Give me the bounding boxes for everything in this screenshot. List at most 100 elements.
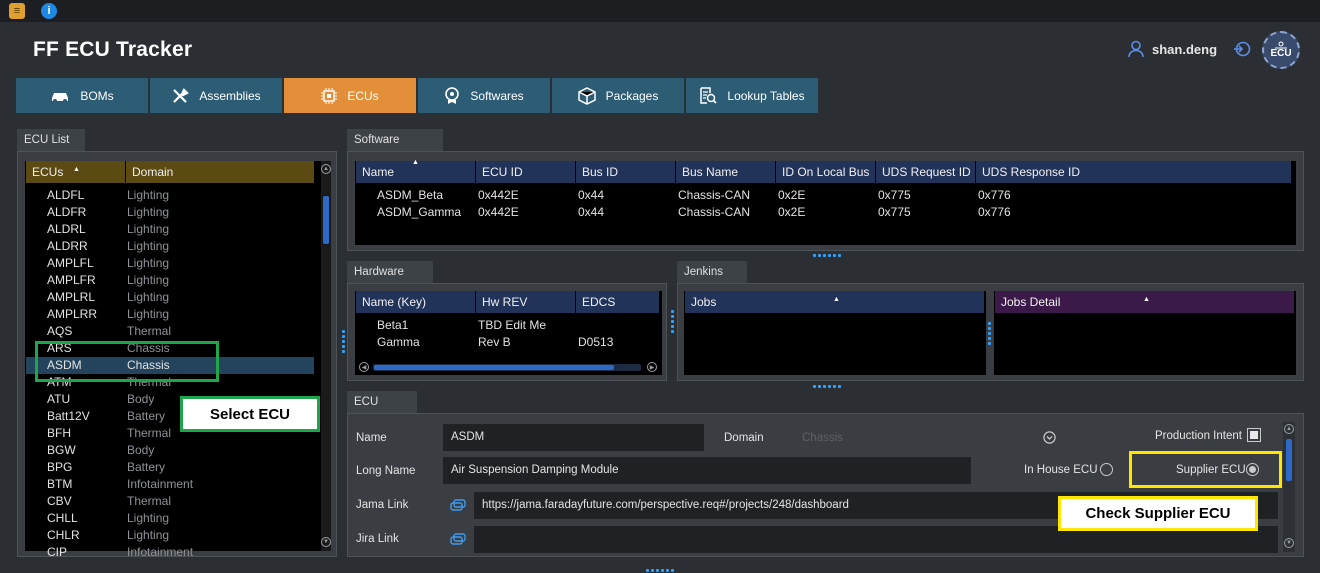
production-intent-label: Production Intent <box>1155 430 1242 442</box>
table-row[interactable]: ALDFL Lighting <box>26 187 314 204</box>
col-header[interactable]: UDS Response ID <box>976 161 1292 183</box>
chevron-down-icon[interactable] <box>1043 431 1056 444</box>
tab-assemblies[interactable]: Assemblies <box>150 78 282 113</box>
splitter-handle[interactable] <box>646 569 674 572</box>
domain-select[interactable]: Chassis <box>802 432 843 444</box>
ecu-domain: Battery <box>127 460 166 474</box>
splitter-handle[interactable] <box>813 385 841 388</box>
table-row[interactable]: AQS Thermal <box>26 323 314 340</box>
table-row[interactable]: AMPLRL Lighting <box>26 289 314 306</box>
scroll-up-button[interactable]: ▲ <box>321 164 331 174</box>
col-header[interactable]: Bus ID <box>576 161 676 183</box>
tab-lookup-tables[interactable]: Lookup Tables <box>686 78 818 113</box>
scrollbar-thumb[interactable] <box>1286 439 1292 481</box>
splitter-handle[interactable] <box>342 330 345 353</box>
table-row[interactable]: BPG Battery <box>26 459 314 476</box>
table-row[interactable]: ALDRR Lighting <box>26 238 314 255</box>
software-address-table: Name ▲ ECU ID Bus ID Bus Name ID On Local Bus… <box>355 159 1296 245</box>
ecu-name: ALDFL <box>47 188 85 202</box>
tab-label: BOMs <box>80 88 114 103</box>
col-header-domain[interactable]: Domain <box>126 161 315 183</box>
tab-boms[interactable]: BOMs <box>16 78 148 113</box>
table-row[interactable]: AMPLRR Lighting <box>26 306 314 323</box>
col-header[interactable]: ECU ID <box>476 161 576 183</box>
ecu-name: ATU <box>47 392 71 406</box>
h-scrollbar-thumb[interactable] <box>374 365 614 370</box>
production-intent-checkbox[interactable] <box>1247 428 1261 442</box>
ecu-logo: ECU <box>1262 31 1300 69</box>
table-row[interactable]: BTM Infotainment <box>26 476 314 493</box>
scroll-right-button[interactable]: ▶ <box>647 362 657 372</box>
table-cell: 0x2E <box>778 188 806 202</box>
ecu-list-tab[interactable]: ECU List <box>17 129 85 151</box>
ecu-domain: Lighting <box>127 188 170 202</box>
ecu-domain: Lighting <box>127 273 170 287</box>
ecu-name: BFH <box>47 426 71 440</box>
domain-label: Domain <box>724 432 764 444</box>
col-header-ecus[interactable]: ECUs ▲ <box>26 161 126 183</box>
col-header[interactable]: EDCS <box>576 291 660 313</box>
ecu-name: Batt12V <box>47 409 90 423</box>
col-header[interactable]: Hw REV <box>476 291 576 313</box>
table-row[interactable]: Beta1 TBD Edit Me <box>355 317 655 334</box>
table-row[interactable]: CBV Thermal <box>26 493 314 510</box>
tab-label: Packages <box>605 88 659 103</box>
col-header[interactable]: Bus Name <box>676 161 776 183</box>
hardware-revs-tab[interactable]: Hardware Revs <box>347 261 433 300</box>
chip-icon <box>321 87 338 104</box>
tab-softwares[interactable]: Softwares <box>418 78 550 113</box>
name-field[interactable]: ASDM <box>443 424 704 451</box>
table-row[interactable]: ALDFR Lighting <box>26 204 314 221</box>
software-address-tab[interactable]: Software Address <box>347 129 443 168</box>
splitter-handle[interactable] <box>813 254 841 257</box>
table-cell: Chassis-CAN <box>678 188 751 202</box>
jobs-table: Jobs ▲ <box>684 291 986 375</box>
ecu-detail-tab[interactable]: ECU Detail <box>347 391 417 430</box>
scroll-left-button[interactable]: ◀ <box>359 362 369 372</box>
col-header[interactable]: ID On Local Bus <box>776 161 876 183</box>
ecu-name: CIP <box>47 545 68 559</box>
long-name-field[interactable]: Air Suspension Damping Module <box>443 457 971 484</box>
table-row[interactable]: CHLL Lighting <box>26 510 314 527</box>
tab-packages[interactable]: Packages <box>552 78 684 113</box>
in-house-radio[interactable] <box>1100 463 1113 476</box>
table-row[interactable]: ASDM_Beta 0x442E 0x44 Chassis-CAN 0x2E 0x775 0… <box>355 187 1296 204</box>
table-row[interactable]: BGW Body <box>26 442 314 459</box>
info-icon[interactable]: i <box>41 3 57 19</box>
jenkins-jobs-tab[interactable]: Jenkins Jobs <box>677 261 747 300</box>
scrollbar-thumb[interactable] <box>323 196 329 244</box>
link-icon[interactable] <box>450 533 466 545</box>
link-icon[interactable] <box>450 499 466 511</box>
annotation-check-supplier: Check Supplier ECU <box>1058 496 1258 531</box>
table-cell: ASDM_Beta <box>377 188 444 202</box>
table-row[interactable]: AMPLFL Lighting <box>26 255 314 272</box>
table-row[interactable]: ALDRL Lighting <box>26 221 314 238</box>
col-header-jobs[interactable]: Jobs ▲ <box>685 291 985 313</box>
tab-ecus[interactable]: ECUs <box>284 78 416 113</box>
database-icon[interactable]: ≡ <box>9 3 25 19</box>
table-cell: 0x442E <box>478 205 519 219</box>
table-row[interactable]: CHLR Lighting <box>26 527 314 544</box>
scroll-down-button[interactable]: ▼ <box>1284 538 1294 548</box>
ecu-domain: Infotainment <box>127 545 194 559</box>
table-row[interactable]: ASDM_Gamma 0x442E 0x44 Chassis-CAN 0x2E 0x775… <box>355 204 1296 221</box>
col-header[interactable]: Name (Key) <box>356 291 476 313</box>
col-header[interactable]: UDS Request ID <box>876 161 976 183</box>
sort-icon: ▲ <box>412 159 419 166</box>
ecu-domain: Body <box>127 392 155 406</box>
logout-icon[interactable] <box>1233 40 1251 58</box>
jama-link-label: Jama Link <box>356 499 409 511</box>
lookup-icon <box>700 86 718 104</box>
scroll-up-button[interactable]: ▲ <box>1284 424 1294 434</box>
splitter-handle[interactable] <box>671 310 674 333</box>
table-row[interactable]: CIP Infotainment <box>26 544 314 561</box>
scroll-down-button[interactable]: ▼ <box>321 537 331 547</box>
table-row[interactable]: AMPLFR Lighting <box>26 272 314 289</box>
ecu-name: AMPLRR <box>47 307 98 321</box>
col-header-jobs-detail[interactable]: Jobs Detail ▲ <box>995 291 1295 313</box>
table-row[interactable]: Gamma Rev B D0513 <box>355 334 655 351</box>
long-name-label: Long Name <box>356 465 416 477</box>
table-cell: 0x44 <box>578 188 605 202</box>
splitter-handle[interactable] <box>988 322 991 345</box>
ecu-domain: Lighting <box>127 307 170 321</box>
